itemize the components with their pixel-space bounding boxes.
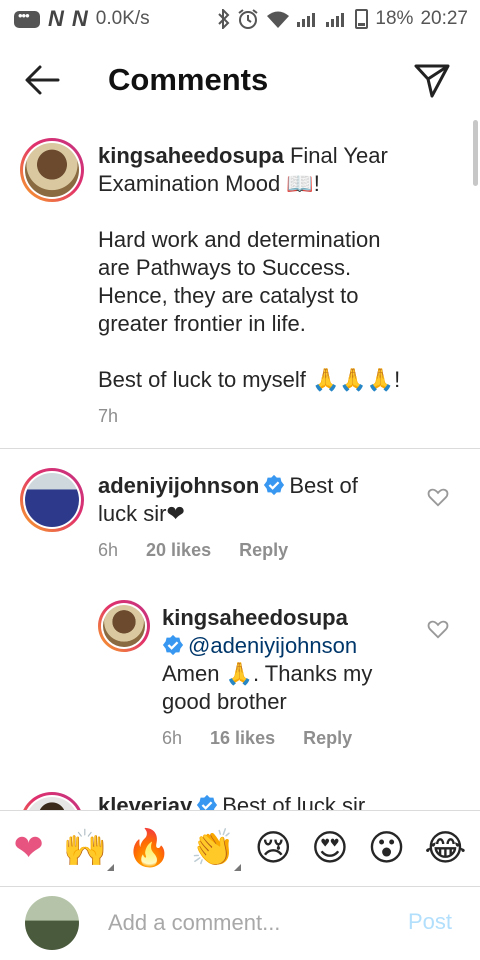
- clock: 20:27: [420, 8, 468, 29]
- signal-icon: [297, 11, 319, 27]
- heart-eyes-emoji-button[interactable]: 😍: [311, 830, 349, 867]
- status-bar: N N 0.0K/s 18% 20:27: [0, 0, 480, 38]
- comment-username[interactable]: kleveriay: [98, 793, 192, 810]
- post-button[interactable]: Post: [408, 909, 452, 935]
- comment-likes[interactable]: 20 likes: [146, 540, 211, 561]
- comment-text: kleveriay Best of luck sir: [98, 792, 458, 810]
- alarm-icon: [237, 8, 259, 30]
- variant-indicator-icon: [234, 863, 242, 871]
- avatar[interactable]: [20, 468, 84, 532]
- comment-partial: kleveriay Best of luck sir: [0, 780, 480, 810]
- fire-emoji-button[interactable]: 🔥: [127, 830, 172, 867]
- clapping-emoji-button[interactable]: 👏: [191, 830, 242, 871]
- comment-meta: 6h 20 likes Reply: [98, 540, 288, 561]
- comment-text: adeniyijohnson Best of luck sir❤: [98, 473, 358, 526]
- emoji-reaction-bar: ❤ 🙌 🔥 👏 😢 😍 😮 😂: [0, 810, 480, 886]
- comment-time: 6h: [98, 540, 119, 560]
- comment-text: kingsaheedosupa @adeniyijohnson Amen 🙏. …: [162, 605, 373, 714]
- avatar: [25, 896, 79, 950]
- caption-meta: 7h: [98, 406, 118, 427]
- signal-icon-2: [326, 11, 348, 27]
- n-notification-icon: N: [48, 6, 64, 31]
- caption-time: 7h: [98, 406, 119, 426]
- bluetooth-icon: [218, 9, 230, 29]
- paper-plane-icon: [414, 64, 450, 98]
- like-heart-icon[interactable]: [427, 486, 449, 508]
- like-heart-icon[interactable]: [427, 618, 449, 640]
- scrollbar[interactable]: [473, 120, 478, 186]
- reply-button[interactable]: Reply: [239, 540, 288, 561]
- mention-link[interactable]: @adeniyijohnson: [188, 633, 357, 658]
- comment-username[interactable]: adeniyijohnson: [98, 473, 259, 498]
- comment-likes[interactable]: 16 likes: [210, 728, 275, 749]
- page-title: Comments: [108, 62, 269, 97]
- verified-badge-icon: [162, 634, 184, 656]
- back-button[interactable]: [22, 62, 62, 98]
- avatar[interactable]: [98, 600, 150, 652]
- heart-emoji-button[interactable]: ❤: [14, 830, 44, 867]
- n-notification-icon-2: N: [71, 6, 88, 31]
- divider: [0, 448, 480, 449]
- comment-meta: 6h 16 likes Reply: [162, 728, 352, 749]
- surprised-emoji-button[interactable]: 😮: [368, 830, 406, 867]
- avatar[interactable]: [20, 792, 84, 810]
- verified-badge-icon: [264, 474, 285, 496]
- verified-badge-icon: [197, 794, 218, 810]
- caption-username[interactable]: kingsaheedosupa: [98, 143, 284, 168]
- reply-button[interactable]: Reply: [303, 728, 352, 749]
- raising-hands-emoji-button[interactable]: 🙌: [63, 830, 114, 871]
- laughing-emoji-button[interactable]: 😂: [424, 830, 466, 867]
- header: Comments: [0, 50, 480, 112]
- comment-time: 6h: [162, 728, 183, 748]
- crying-emoji-button[interactable]: 😢: [255, 830, 293, 867]
- arrow-left-icon: [25, 65, 60, 95]
- message-notification-icon: [14, 8, 40, 28]
- wifi-icon: [266, 10, 290, 28]
- battery-icon: [355, 9, 369, 29]
- caption-text: kingsaheedosupa Final Year Examination M…: [98, 143, 401, 392]
- network-speed: 0.0K/s: [95, 8, 150, 29]
- comment-input-bar: Post: [0, 886, 480, 960]
- comment-username[interactable]: kingsaheedosupa: [162, 605, 348, 630]
- share-button[interactable]: [412, 60, 452, 100]
- comment-input[interactable]: [108, 907, 388, 939]
- variant-indicator-icon: [106, 863, 114, 871]
- avatar[interactable]: [20, 138, 84, 202]
- battery-percent: 18%: [375, 8, 414, 29]
